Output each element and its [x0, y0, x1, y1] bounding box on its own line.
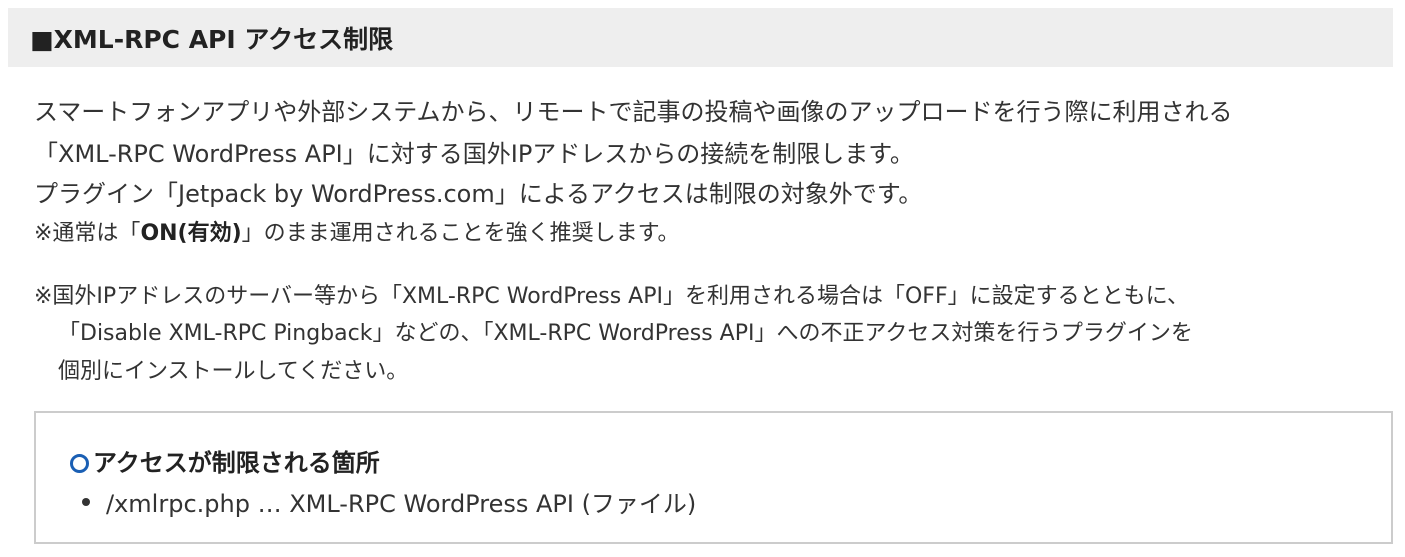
recommendation-note: ※通常は「ON(有効)」のまま運用されることを強く推奨します。	[34, 215, 679, 247]
restricted-locations-box: アクセスが制限される箇所 /xmlrpc.php … XML-RPC WordP…	[34, 411, 1393, 544]
section-title: ■XML-RPC API アクセス制限	[30, 24, 394, 54]
description-line-1: スマートフォンアプリや外部システムから、リモートで記事の投稿や画像のアップロード…	[34, 98, 1233, 126]
section-heading: ■XML-RPC API アクセス制限	[8, 8, 1393, 67]
description-line-3: プラグイン「Jetpack by WordPress.com」によるアクセスは制…	[34, 180, 923, 208]
description-line-2: 「XML-RPC WordPress API」に対する国外IPアドレスからの接続…	[34, 140, 914, 168]
recommendation-suffix: 」のまま運用されることを強く推奨します。	[241, 221, 680, 246]
circle-icon	[70, 454, 89, 473]
note-line-1: ※国外IPアドレスのサーバー等から「XML-RPC WordPress API」…	[34, 284, 1189, 309]
list-item: /xmlrpc.php … XML-RPC WordPress API (ファイ…	[82, 484, 696, 519]
note-line-2: 「Disable XML-RPC Pingback」などの、「XML-RPC W…	[58, 321, 1193, 346]
note-line-3: 個別にインストールしてください。	[58, 359, 409, 384]
restricted-locations-title: アクセスが制限される箇所	[93, 449, 380, 477]
recommendation-prefix: ※通常は「	[34, 221, 141, 246]
recommendation-on-label: ON(有効)	[140, 221, 242, 246]
bullet-icon	[82, 497, 90, 506]
restricted-file-path: /xmlrpc.php … XML-RPC WordPress API (ファイ…	[106, 490, 697, 518]
restricted-locations-heading: アクセスが制限される箇所	[70, 443, 380, 478]
